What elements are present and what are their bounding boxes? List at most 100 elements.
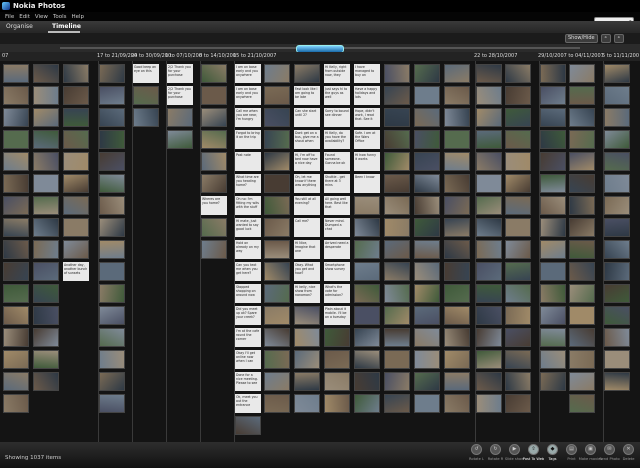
photo-thumbnail[interactable] bbox=[3, 130, 29, 149]
photo-thumbnail[interactable] bbox=[444, 240, 470, 259]
photo-thumbnail[interactable] bbox=[505, 328, 531, 347]
photo-thumbnail[interactable] bbox=[414, 394, 440, 413]
photo-thumbnail[interactable] bbox=[33, 174, 59, 193]
photo-thumbnail[interactable] bbox=[505, 262, 531, 281]
photo-thumbnail[interactable] bbox=[540, 218, 566, 237]
photo-thumbnail[interactable] bbox=[414, 284, 440, 303]
photo-thumbnail[interactable] bbox=[99, 196, 125, 215]
message-thumbnail[interactable]: All going well here. Best like that bbox=[324, 196, 350, 215]
message-thumbnail[interactable]: Plain about it mobile. I'll be on a tues… bbox=[324, 306, 350, 325]
menu-file[interactable]: File bbox=[5, 14, 14, 20]
sort-dropdown[interactable]: ⚬ bbox=[600, 34, 611, 43]
slide-show-button[interactable]: ▶ Slide show bbox=[505, 444, 524, 461]
photo-thumbnail[interactable] bbox=[384, 262, 410, 281]
photo-thumbnail[interactable] bbox=[604, 108, 630, 127]
message-thumbnail[interactable]: Can you text me when you get here? bbox=[235, 262, 261, 281]
photo-thumbnail[interactable] bbox=[505, 130, 531, 149]
photo-thumbnail[interactable] bbox=[569, 108, 595, 127]
photo-thumbnail[interactable] bbox=[264, 328, 290, 347]
photo-thumbnail[interactable] bbox=[384, 174, 410, 193]
date-range-label[interactable]: 5 to 11/11/200 bbox=[602, 53, 639, 59]
photo-thumbnail[interactable] bbox=[294, 64, 320, 83]
photo-thumbnail[interactable] bbox=[384, 284, 410, 303]
photo-thumbnail[interactable] bbox=[63, 174, 89, 193]
photo-thumbnail[interactable] bbox=[444, 284, 470, 303]
message-thumbnail[interactable]: Hi how funny it works bbox=[354, 152, 380, 171]
send-photo-button[interactable]: ✉ Send Photo bbox=[599, 444, 620, 461]
message-thumbnail[interactable]: Oh, let me know if there was anything bbox=[294, 174, 320, 193]
photo-thumbnail[interactable] bbox=[414, 196, 440, 215]
photo-thumbnail[interactable] bbox=[476, 284, 502, 303]
photo-thumbnail[interactable] bbox=[201, 64, 227, 83]
message-thumbnail[interactable]: Post note bbox=[235, 152, 261, 171]
photo-thumbnail[interactable] bbox=[505, 64, 531, 83]
photo-thumbnail[interactable] bbox=[569, 284, 595, 303]
message-thumbnail[interactable]: I'm at the cafe round the corner bbox=[235, 328, 261, 347]
photo-thumbnail[interactable] bbox=[354, 372, 380, 391]
message-thumbnail[interactable]: Hi, I'm off to bed now have a nice day bbox=[294, 152, 320, 171]
photo-thumbnail[interactable] bbox=[201, 130, 227, 149]
photo-thumbnail[interactable] bbox=[3, 284, 29, 303]
photo-thumbnail[interactable] bbox=[99, 394, 125, 413]
menu-edit[interactable]: Edit bbox=[19, 14, 30, 20]
date-range-label[interactable]: 8 to 14/10/200 bbox=[199, 53, 236, 59]
photo-thumbnail[interactable] bbox=[63, 86, 89, 105]
photo-thumbnail[interactable] bbox=[264, 394, 290, 413]
photo-thumbnail[interactable] bbox=[63, 196, 89, 215]
photo-thumbnail[interactable] bbox=[33, 262, 59, 281]
photo-thumbnail[interactable] bbox=[99, 174, 125, 193]
photo-thumbnail[interactable] bbox=[99, 284, 125, 303]
photo-thumbnail[interactable] bbox=[99, 108, 125, 127]
photo-thumbnail[interactable] bbox=[3, 108, 29, 127]
photo-thumbnail[interactable] bbox=[444, 262, 470, 281]
photo-thumbnail[interactable] bbox=[604, 64, 630, 83]
photo-thumbnail[interactable] bbox=[264, 240, 290, 259]
photo-thumbnail[interactable] bbox=[569, 86, 595, 105]
photo-thumbnail[interactable] bbox=[505, 284, 531, 303]
photo-thumbnail[interactable] bbox=[354, 284, 380, 303]
delete-button[interactable]: ✕ Delete bbox=[621, 444, 636, 461]
message-thumbnail[interactable]: Okay I'll get online now when I can bbox=[235, 350, 261, 369]
menu-tools[interactable]: Tools bbox=[53, 14, 67, 20]
photo-thumbnail[interactable] bbox=[604, 372, 630, 391]
message-thumbnail[interactable]: Dont get on a bus, give me a shout when bbox=[294, 130, 320, 149]
photo-thumbnail[interactable] bbox=[505, 196, 531, 215]
photo-thumbnail[interactable] bbox=[384, 240, 410, 259]
message-thumbnail[interactable]: I am on base early and you anywhere bbox=[235, 86, 261, 105]
photo-thumbnail[interactable] bbox=[505, 350, 531, 369]
photo-thumbnail[interactable] bbox=[384, 196, 410, 215]
photo-thumbnail[interactable] bbox=[569, 64, 595, 83]
photo-thumbnail[interactable] bbox=[540, 174, 566, 193]
message-thumbnail[interactable]: Good keep an eye on this bbox=[133, 64, 159, 83]
photo-thumbnail[interactable] bbox=[476, 372, 502, 391]
photo-thumbnail[interactable] bbox=[264, 218, 290, 237]
photo-thumbnail[interactable] bbox=[63, 130, 89, 149]
photo-thumbnail[interactable] bbox=[569, 328, 595, 347]
photo-thumbnail[interactable] bbox=[63, 108, 89, 127]
photo-thumbnail[interactable] bbox=[99, 218, 125, 237]
photo-thumbnail[interactable] bbox=[324, 350, 350, 369]
message-thumbnail[interactable]: Ok, meet you out the entrance bbox=[235, 394, 261, 413]
photo-thumbnail[interactable] bbox=[604, 218, 630, 237]
photo-thumbnail[interactable] bbox=[476, 240, 502, 259]
photo-thumbnail[interactable] bbox=[476, 328, 502, 347]
photo-thumbnail[interactable] bbox=[33, 108, 59, 127]
photo-thumbnail[interactable] bbox=[476, 152, 502, 171]
message-thumbnail[interactable]: Been I know bbox=[354, 174, 380, 193]
photo-thumbnail[interactable] bbox=[476, 64, 502, 83]
photo-thumbnail[interactable] bbox=[294, 306, 320, 325]
photo-thumbnail[interactable] bbox=[476, 174, 502, 193]
photo-thumbnail[interactable] bbox=[324, 394, 350, 413]
photo-thumbnail[interactable] bbox=[201, 108, 227, 127]
photo-thumbnail[interactable] bbox=[444, 394, 470, 413]
photo-thumbnail[interactable] bbox=[33, 196, 59, 215]
photo-thumbnail[interactable] bbox=[324, 372, 350, 391]
photo-thumbnail[interactable] bbox=[476, 108, 502, 127]
photo-thumbnail[interactable] bbox=[569, 262, 595, 281]
photo-thumbnail[interactable] bbox=[505, 108, 531, 127]
photo-thumbnail[interactable] bbox=[540, 350, 566, 369]
photo-thumbnail[interactable] bbox=[264, 306, 290, 325]
photo-thumbnail[interactable] bbox=[476, 218, 502, 237]
photo-thumbnail[interactable] bbox=[264, 350, 290, 369]
photo-thumbnail[interactable] bbox=[201, 152, 227, 171]
